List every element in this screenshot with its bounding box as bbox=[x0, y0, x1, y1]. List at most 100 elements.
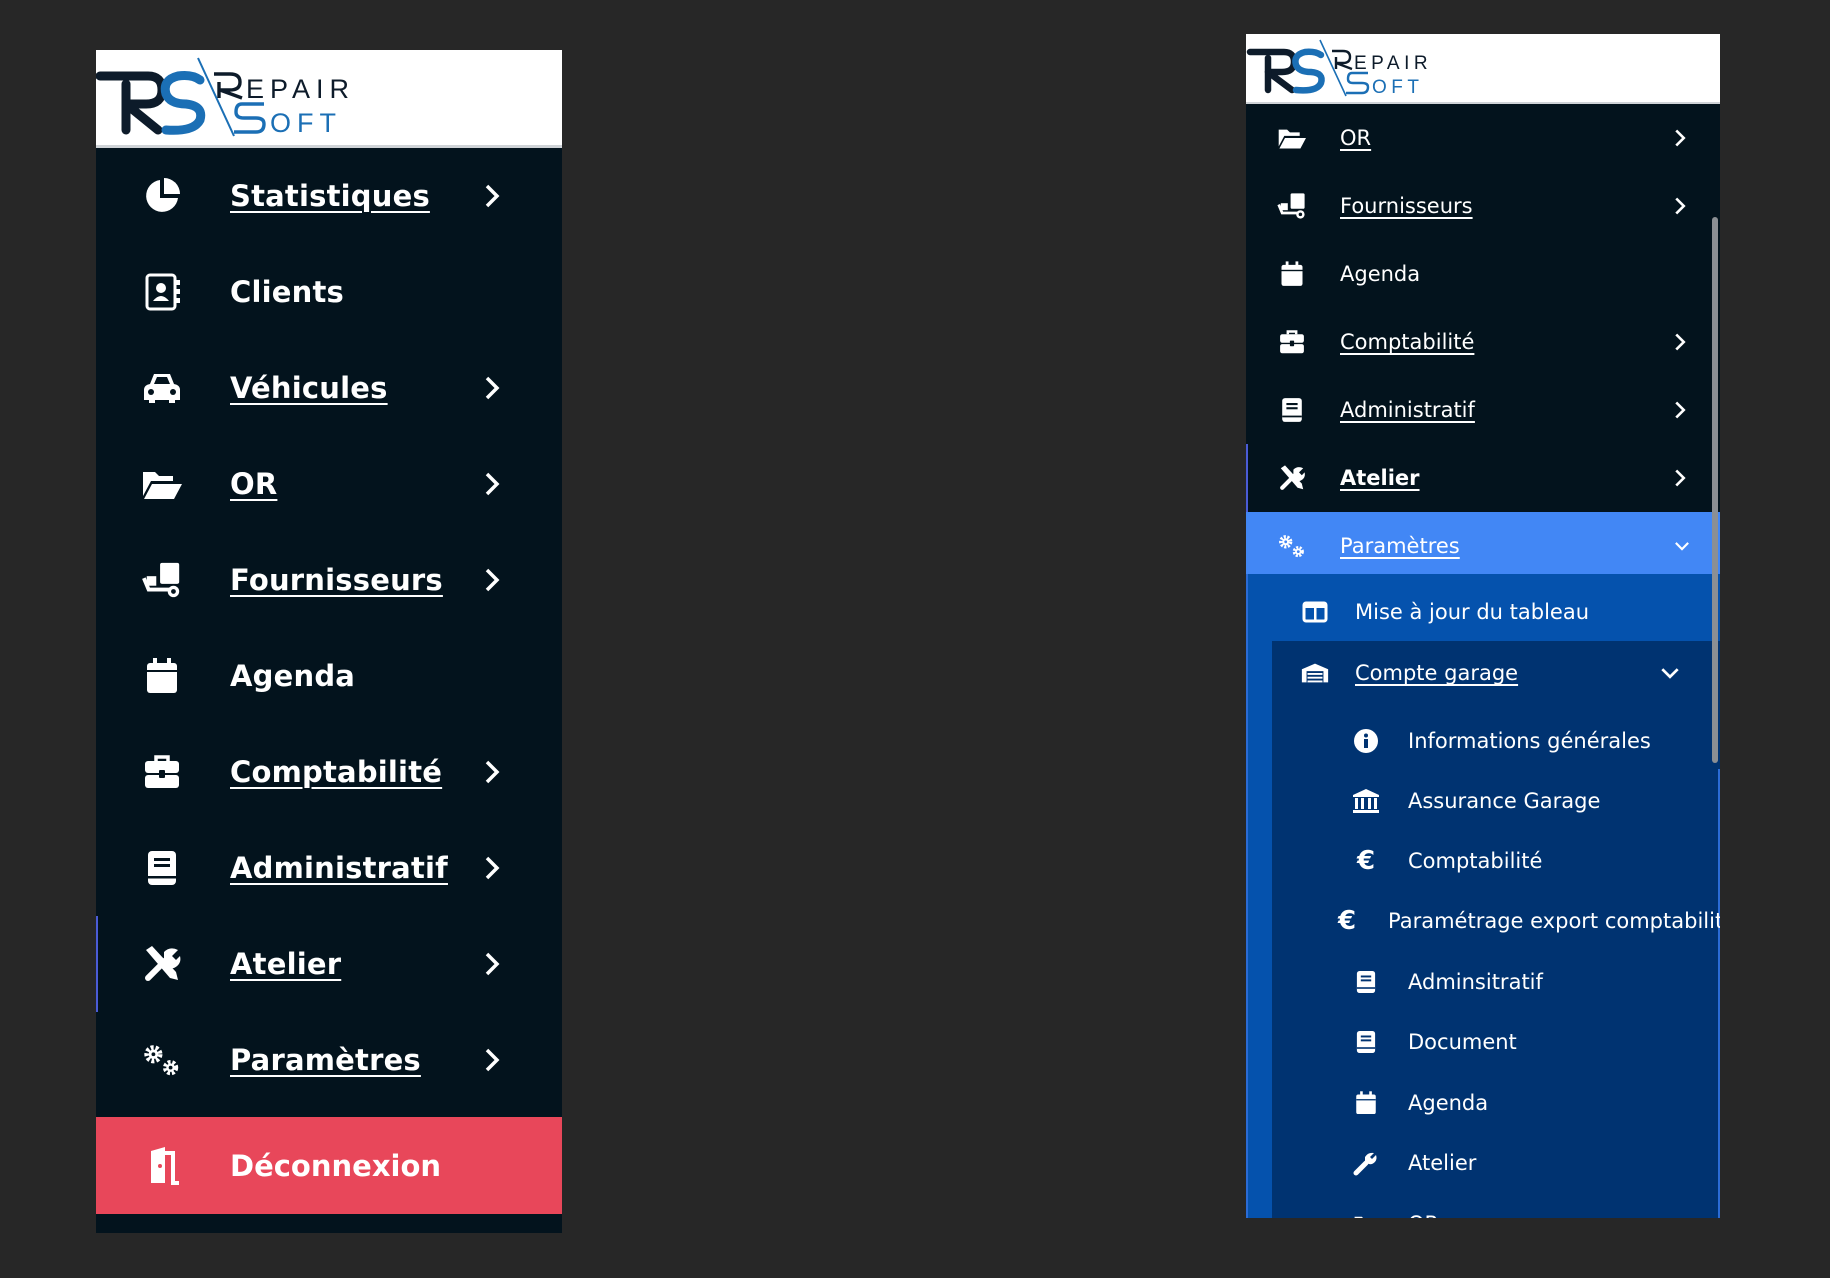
submenu-item-label: Comptabilité bbox=[1408, 849, 1543, 873]
submenu-item-label: Paramétrage export comptabilité bbox=[1388, 909, 1720, 933]
menu-item-clients[interactable]: Clients bbox=[96, 244, 562, 340]
submenu-item-atelier[interactable]: Atelier bbox=[1246, 1133, 1720, 1193]
menu-item-parametres[interactable]: Paramètres bbox=[1246, 512, 1720, 580]
menu-item-comptabilite[interactable]: Comptabilité bbox=[1246, 308, 1720, 376]
calendar-icon bbox=[1276, 258, 1308, 290]
submenu-item-label: Mise à jour du tableau bbox=[1355, 600, 1590, 624]
menu-item-label: Clients bbox=[230, 275, 345, 309]
folder-open-icon bbox=[141, 463, 183, 505]
chevron-down-icon bbox=[1660, 658, 1680, 688]
menu-item-comptabilite[interactable]: Comptabilité bbox=[96, 724, 562, 820]
repairsoft-logo[interactable]: EPAIR OFT bbox=[1246, 34, 1720, 104]
menu-item-label: Comptabilité bbox=[1340, 330, 1475, 354]
menu-item-parametres[interactable]: Paramètres bbox=[96, 1012, 562, 1108]
chevron-right-icon bbox=[484, 373, 504, 403]
menu-item-atelier[interactable]: Atelier bbox=[96, 916, 562, 1012]
euro-icon: € bbox=[1337, 906, 1357, 936]
car-icon bbox=[141, 367, 183, 409]
submenu-item-label: Assurance Garage bbox=[1408, 789, 1601, 813]
svg-text:EPAIR: EPAIR bbox=[246, 74, 355, 104]
chevron-right-icon bbox=[484, 757, 504, 787]
chevron-right-icon bbox=[1674, 127, 1690, 149]
submenu-item-label: OR bbox=[1408, 1212, 1439, 1218]
chevron-right-icon bbox=[484, 949, 504, 979]
menu-item-vehicules[interactable]: Véhicules bbox=[96, 340, 562, 436]
submenu-item-mise-a-jour[interactable]: Mise à jour du tableau bbox=[1246, 582, 1720, 642]
chevron-right-icon bbox=[1674, 195, 1690, 217]
repairsoft-logo[interactable]: EPAIR OFT bbox=[96, 50, 562, 148]
svg-text:OFT: OFT bbox=[1372, 77, 1424, 98]
pie-chart-icon bbox=[141, 175, 183, 217]
submenu-item-adminsitratif[interactable]: Adminsitratif bbox=[1246, 952, 1720, 1012]
submenu-item-or[interactable]: OR bbox=[1246, 1194, 1720, 1218]
submenu-item-label: Informations générales bbox=[1408, 729, 1651, 753]
sidebar-expanded: EPAIR OFT Statistiques Clients Véhicules… bbox=[96, 50, 562, 1233]
chevron-right-icon bbox=[484, 1045, 504, 1075]
menu-item-label: Véhicules bbox=[230, 371, 388, 405]
columns-icon bbox=[1300, 597, 1330, 627]
menu-item-label: Atelier bbox=[230, 947, 342, 981]
submenu-item-label: Adminsitratif bbox=[1408, 970, 1543, 994]
menu-item-agenda[interactable]: Agenda bbox=[1246, 240, 1720, 308]
chevron-right-icon bbox=[484, 181, 504, 211]
book-icon bbox=[1276, 394, 1308, 426]
menu-item-label: Comptabilité bbox=[230, 755, 443, 789]
menu-item-label: Fournisseurs bbox=[1340, 194, 1473, 218]
menu-item-label: Administratif bbox=[230, 851, 448, 885]
logout-label: Déconnexion bbox=[230, 1148, 442, 1183]
submenu-item-assurance-garage[interactable]: Assurance Garage bbox=[1246, 771, 1720, 831]
sidebar-scrolled: EPAIR OFT OR Fournisseurs Agenda Comptab… bbox=[1246, 34, 1720, 1218]
gears-icon bbox=[141, 1039, 183, 1081]
menu-item-label: Paramètres bbox=[230, 1043, 421, 1077]
menu-item-label: Atelier bbox=[1340, 466, 1420, 490]
euro-icon: € bbox=[1356, 846, 1376, 876]
menu-item-or[interactable]: OR bbox=[1246, 104, 1720, 172]
contact-book-icon bbox=[141, 271, 183, 313]
menu-item-label: Fournisseurs bbox=[230, 563, 443, 597]
book-icon bbox=[141, 847, 183, 889]
menu-item-administratif[interactable]: Administratif bbox=[1246, 376, 1720, 444]
chevron-right-icon bbox=[1674, 331, 1690, 353]
submenu-item-label: Compte garage bbox=[1355, 661, 1519, 685]
tools-icon bbox=[141, 943, 183, 985]
chevron-down-icon bbox=[1674, 535, 1690, 557]
submenu-item-document[interactable]: Document bbox=[1246, 1012, 1720, 1072]
chevron-right-icon bbox=[1674, 467, 1690, 489]
menu-item-label: OR bbox=[230, 467, 278, 501]
calendar-icon bbox=[141, 655, 183, 697]
book-icon bbox=[1351, 967, 1381, 997]
chevron-right-icon bbox=[484, 469, 504, 499]
menu-item-label: Agenda bbox=[1340, 262, 1421, 286]
submenu-item-agenda[interactable]: Agenda bbox=[1246, 1073, 1720, 1133]
submenu-item-label: Document bbox=[1408, 1030, 1517, 1054]
menu-item-label: Paramètres bbox=[1340, 534, 1460, 558]
submenu-item-comptabilite[interactable]: € Comptabilité bbox=[1246, 831, 1720, 891]
door-exit-icon bbox=[140, 1144, 184, 1188]
calendar-icon bbox=[1351, 1088, 1381, 1118]
menu-item-administratif[interactable]: Administratif bbox=[96, 820, 562, 916]
folder-open-icon bbox=[1351, 1209, 1381, 1218]
submenu-item-label: Agenda bbox=[1408, 1091, 1489, 1115]
submenu-item-informations-generales[interactable]: Informations générales bbox=[1246, 711, 1720, 771]
menu-item-label: Administratif bbox=[1340, 398, 1475, 422]
garage-icon bbox=[1300, 658, 1330, 688]
chevron-right-icon bbox=[484, 565, 504, 595]
menu-item-or[interactable]: OR bbox=[96, 436, 562, 532]
dolly-icon bbox=[1276, 190, 1308, 222]
folder-open-icon bbox=[1276, 122, 1308, 154]
book-icon bbox=[1351, 1027, 1381, 1057]
menu-item-agenda[interactable]: Agenda bbox=[96, 628, 562, 724]
submenu-item-label: Atelier bbox=[1408, 1151, 1477, 1175]
menu-item-statistiques[interactable]: Statistiques bbox=[96, 148, 562, 244]
menu-item-fournisseurs[interactable]: Fournisseurs bbox=[1246, 172, 1720, 240]
dolly-icon bbox=[141, 559, 183, 601]
submenu-item-compte-garage[interactable]: Compte garage bbox=[1246, 643, 1720, 703]
menu-item-atelier[interactable]: Atelier bbox=[1246, 444, 1720, 512]
logout-button[interactable]: Déconnexion bbox=[96, 1117, 562, 1214]
bank-icon bbox=[1351, 786, 1381, 816]
info-icon bbox=[1351, 726, 1381, 756]
submenu-item-parametrage-export[interactable]: € Paramétrage export comptabilité bbox=[1246, 891, 1720, 951]
menu-item-fournisseurs[interactable]: Fournisseurs bbox=[96, 532, 562, 628]
tools-icon bbox=[1276, 462, 1308, 494]
wrench-icon bbox=[1351, 1148, 1381, 1178]
